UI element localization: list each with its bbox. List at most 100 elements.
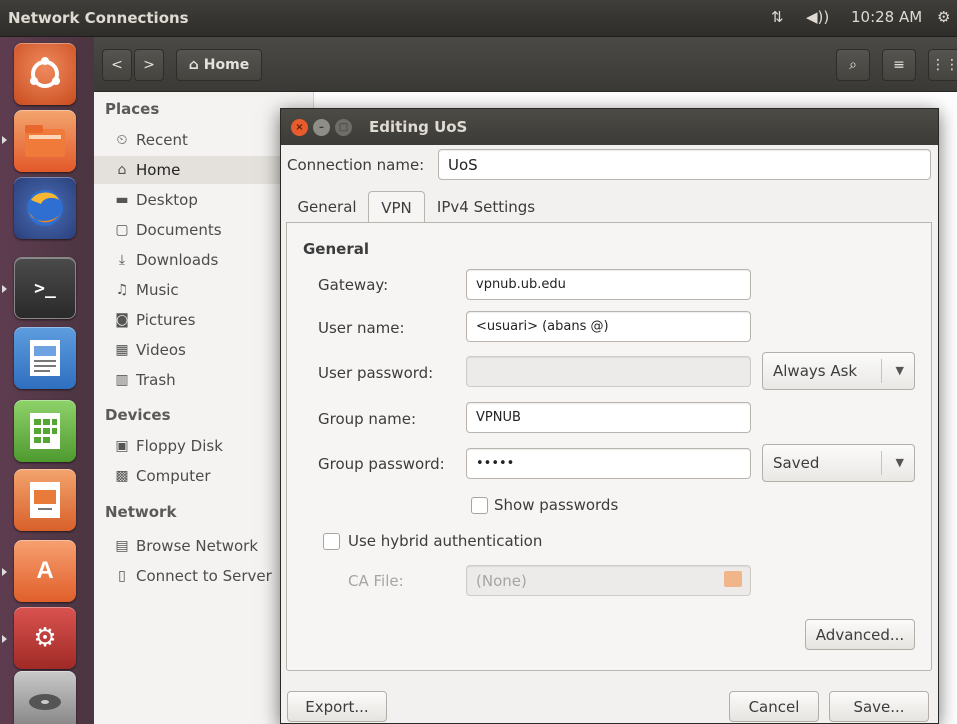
advanced-button[interactable]: Advanced... [805,619,915,650]
group-password-input[interactable]: ••••• [466,448,751,479]
path-home-button[interactable]: ⌂ Home [176,49,262,81]
sidebar-item-label: Browse Network [136,537,259,555]
volume-icon[interactable]: ◀)) [806,8,829,26]
sidebar-item-label: Desktop [136,191,198,209]
devices-heading: Devices [105,406,171,424]
back-icon: < [111,57,123,73]
show-passwords-checkbox[interactable] [471,497,488,514]
sidebar-item-label: Documents [136,221,222,239]
export-button[interactable]: Export... [287,691,387,722]
sidebar-item-label: Floppy Disk [136,437,223,455]
writer-icon[interactable] [14,327,76,389]
search-icon: ⌕ [849,57,857,73]
clock-icon: ⏲ [116,132,128,148]
view-grid-button[interactable]: ⋮⋮ [928,49,957,81]
maximize-button[interactable]: □ [335,119,352,136]
chevron-down-icon: ▼ [895,364,904,377]
network-heading: Network [105,503,177,521]
forward-button[interactable]: > [134,49,164,81]
sidebar-item-label: Home [136,161,181,179]
power-gear-icon[interactable]: ⚙ [937,8,950,26]
tab-general[interactable]: General [291,191,363,223]
tab-ipv4-settings[interactable]: IPv4 Settings [429,191,543,223]
sidebar-item-label: Music [136,281,179,299]
document-icon: ▢ [115,222,129,238]
firefox-icon[interactable] [14,177,76,239]
cancel-button[interactable]: Cancel [729,691,819,722]
download-icon: ⤓ [118,252,126,268]
network-arrows-icon[interactable]: ⇅ [771,8,784,26]
ca-file-label: CA File: [348,572,404,590]
user-password-input[interactable] [466,356,751,387]
forward-icon: > [143,57,155,73]
trash-icon: ▥ [115,372,129,388]
connection-name-input[interactable]: UoS [438,149,931,180]
menu-button[interactable]: ≡ [882,49,916,81]
close-icon: × [295,122,304,133]
running-indicator [2,285,7,293]
ca-file-chooser[interactable]: (None) [466,565,751,596]
places-heading: Places [105,100,160,118]
minimize-button[interactable]: – [313,119,330,136]
connection-name-label: Connection name: [287,156,425,174]
group-password-mode-select[interactable]: Saved ▼ [762,444,915,482]
running-indicator [2,136,7,144]
path-home-label: Home [203,57,250,73]
clock[interactable]: 10:28 AM [851,8,922,26]
sidebar-item-label: Recent [136,131,188,149]
chevron-down-icon: ▼ [895,456,904,469]
home-icon: ⌂ [188,57,199,73]
group-name-label: Group name: [318,410,417,428]
server-icon: ▯ [118,568,126,584]
files-icon[interactable] [14,110,76,172]
section-heading-general: General [303,240,369,258]
network-icon: ▤ [115,538,129,554]
camera-icon: ◙ [115,312,129,328]
group-password-label: Group password: [318,455,445,473]
file-manager-toolbar: < > ⌂ Home ⌕ ≡ ⋮⋮ [94,37,957,92]
close-button[interactable]: × [291,119,308,136]
edit-connection-dialog: × – □ Editing UoS Connection name: UoS G… [280,108,939,724]
calc-icon[interactable] [14,400,76,462]
search-button[interactable]: ⌕ [836,49,870,81]
settings-icon[interactable]: ⚙ [14,607,76,669]
sidebar-item-label: Computer [136,467,211,485]
hybrid-auth-checkbox[interactable] [323,533,340,550]
sidebar-item-label: Videos [136,341,186,359]
folder-icon [724,571,742,587]
menu-icon: ≡ [893,57,905,73]
user-password-label: User password: [318,364,434,382]
computer-icon: ▩ [115,468,129,484]
hybrid-auth-label: Use hybrid authentication [348,532,543,550]
software-center-icon[interactable]: A [14,540,76,602]
top-panel: Network Connections ⇅ ◀)) 10:28 AM ⚙ [0,0,957,37]
dialog-titlebar: × – □ Editing UoS [281,109,938,145]
ubuntu-dash-icon[interactable] [14,43,76,105]
minimize-icon: – [319,122,324,133]
gateway-label: Gateway: [318,276,389,294]
tab-vpn[interactable]: VPN [368,191,425,223]
maximize-icon: □ [338,122,349,133]
username-label: User name: [318,319,405,337]
sidebar-item-label: Pictures [136,311,196,329]
grid-icon: ⋮⋮ [931,57,957,73]
ca-file-value: (None) [476,571,527,590]
back-button[interactable]: < [102,49,132,81]
sidebar-item-label: Connect to Server [136,567,272,585]
group-password-mode-value: Saved [773,454,820,472]
disk-icon[interactable] [14,671,76,724]
gateway-input[interactable]: vpnub.ub.edu [466,269,751,300]
sidebar-item-label: Trash [136,371,176,389]
running-indicator [2,568,7,576]
save-button[interactable]: Save... [829,691,929,722]
user-password-mode-select[interactable]: Always Ask ▼ [762,352,915,390]
group-name-input[interactable]: VPNUB [466,402,751,433]
username-input[interactable]: <usuari> (abans @) [466,311,751,342]
sidebar-item-label: Downloads [136,251,219,269]
running-indicator [2,635,7,643]
show-passwords-label: Show passwords [494,496,619,514]
music-icon: ♫ [115,282,129,298]
impress-icon[interactable] [14,469,76,531]
terminal-icon[interactable]: >_ [14,257,76,319]
dialog-title: Editing UoS [369,118,468,136]
